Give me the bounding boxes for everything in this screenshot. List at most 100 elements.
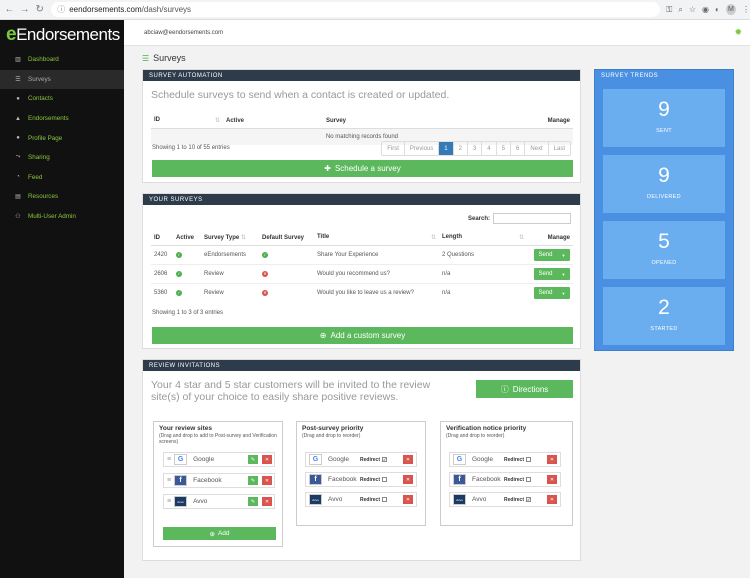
card-subtitle: (Drag and drop to reorder) xyxy=(302,433,361,439)
star-icon[interactable]: ☆ xyxy=(689,5,696,14)
redirect-toggle[interactable]: Redirect xyxy=(360,496,388,503)
facebook-logo-icon: f xyxy=(174,475,188,486)
drag-handle-icon[interactable]: ≡ xyxy=(167,477,171,484)
edit-button[interactable]: ✎ xyxy=(248,497,258,506)
redirect-toggle[interactable]: Redirect xyxy=(360,476,388,483)
sidebar-item-profile-page[interactable]: ● Profile Page xyxy=(0,128,124,148)
reload-icon[interactable]: ↻ xyxy=(34,4,45,15)
panel-header: SURVEY AUTOMATION xyxy=(143,70,580,81)
page-next[interactable]: Next xyxy=(524,142,547,155)
review-site-row[interactable]: ≡ G Google ✎ ✕ xyxy=(163,452,275,467)
delete-button[interactable]: ✕ xyxy=(547,495,557,504)
sidebar-item-surveys[interactable]: ☰ Surveys xyxy=(0,69,124,90)
sidebar-item-sharing[interactable]: ⤳ Sharing xyxy=(0,148,124,168)
user-icon: ● xyxy=(16,135,20,142)
priority-row[interactable]: f Facebook Redirect ✕ xyxy=(449,472,561,487)
redirect-checkbox[interactable]: ✓ xyxy=(526,496,532,502)
page-previous[interactable]: Previous xyxy=(403,142,438,155)
redirect-checkbox[interactable] xyxy=(526,476,532,482)
thumbs-up-icon: ▲ xyxy=(15,115,21,122)
card-title: Your review sites xyxy=(159,425,212,432)
gear-icon[interactable]: ✹ xyxy=(734,27,742,38)
sidebar-item-dashboard[interactable]: ▥ Dashboard xyxy=(0,50,124,70)
redirect-toggle[interactable]: Redirect ✓ xyxy=(504,496,532,503)
check-icon: ✓ xyxy=(176,252,182,258)
drag-handle-icon[interactable]: ≡ xyxy=(167,498,171,505)
priority-row[interactable]: Avvo Avvo Redirect ✕ xyxy=(305,492,417,507)
priority-row[interactable]: G Google Redirect ✓ ✕ xyxy=(305,452,417,467)
delete-button[interactable]: ✕ xyxy=(547,475,557,484)
drag-handle-icon[interactable]: ≡ xyxy=(167,456,171,463)
redirect-checkbox[interactable] xyxy=(382,496,388,502)
send-button[interactable]: Send ▼ xyxy=(534,268,570,280)
browser-toolbar: ← → ↻ ⓘ eendorsements.com/dash/surveys ⚿… xyxy=(0,0,750,20)
menu-icon[interactable]: ⋮ xyxy=(742,5,750,14)
review-site-row[interactable]: ≡ f Facebook ✎ ✕ xyxy=(163,473,275,488)
address-bar[interactable]: ⓘ eendorsements.com/dash/surveys xyxy=(51,2,661,17)
key-icon[interactable]: ⚿ xyxy=(666,5,672,15)
page-5[interactable]: 5 xyxy=(495,142,510,155)
sidebar-item-endorsements[interactable]: ▲ Endorsements xyxy=(0,109,124,129)
sidebar-item-feed[interactable]: ◔ Feed xyxy=(0,168,124,188)
trend-label: DELIVERED xyxy=(647,194,681,200)
edit-button[interactable]: ✎ xyxy=(248,476,258,485)
redirect-toggle[interactable]: Redirect ✓ xyxy=(360,456,388,463)
check-icon: ✓ xyxy=(262,252,268,258)
caret-down-icon[interactable]: ▼ xyxy=(562,253,566,258)
priority-row[interactable]: G Google Redirect ✕ xyxy=(449,452,561,467)
send-button[interactable]: Send ▼ xyxy=(534,287,570,299)
edit-button[interactable]: ✎ xyxy=(248,455,258,464)
page-2[interactable]: 2 xyxy=(452,142,467,155)
page-first[interactable]: First xyxy=(382,142,404,155)
back-icon[interactable]: ← xyxy=(4,4,15,15)
redirect-checkbox[interactable]: ✓ xyxy=(382,456,388,462)
redirect-checkbox[interactable] xyxy=(382,476,388,482)
forward-icon[interactable]: → xyxy=(19,4,30,15)
extension-icon[interactable]: ◉ xyxy=(702,5,709,14)
add-custom-survey-button[interactable]: ⊕ Add a custom survey xyxy=(152,327,573,344)
schedule-survey-button[interactable]: ✚ Schedule a survey xyxy=(152,160,573,177)
directions-button[interactable]: ⓘ Directions xyxy=(476,380,573,398)
search-icon[interactable]: ⌕ xyxy=(678,5,682,15)
caret-down-icon[interactable]: ▼ xyxy=(562,291,566,296)
table-row: 2606 ✓ Review ✕ Would you recommend us? n/a Se… xyxy=(151,264,573,284)
redirect-toggle[interactable]: Redirect xyxy=(504,456,532,463)
user-email[interactable]: abciaw@eendorsements.com xyxy=(144,30,223,36)
page-4[interactable]: 4 xyxy=(481,142,495,155)
avvo-logo-icon: Avvo xyxy=(174,496,188,507)
page-1[interactable]: 1 xyxy=(438,142,453,155)
send-button[interactable]: Send ▼ xyxy=(534,249,570,261)
redirect-toggle[interactable]: Redirect xyxy=(504,476,532,483)
profile-avatar[interactable]: M xyxy=(725,4,736,15)
review-site-row[interactable]: ≡ Avvo Avvo ✎ ✕ xyxy=(163,494,275,509)
sidebar-item-label: Feed xyxy=(28,173,43,181)
delete-button[interactable]: ✕ xyxy=(403,475,413,484)
sidebar-item-multi-user-admin[interactable]: ⚇ Multi-User Admin xyxy=(0,207,124,227)
sidebar-item-contacts[interactable]: ● Contacts xyxy=(0,89,124,109)
search-input[interactable] xyxy=(493,213,571,224)
plus-icon: ✚ xyxy=(324,164,331,173)
redirect-checkbox[interactable] xyxy=(526,456,532,462)
delete-button[interactable]: ✕ xyxy=(262,455,272,464)
sidebar-item-resources[interactable]: ▤ Resources xyxy=(0,187,124,207)
survey-length: 2 Questions xyxy=(439,245,527,265)
caret-down-icon[interactable]: ▼ xyxy=(562,272,566,277)
delete-button[interactable]: ✕ xyxy=(547,455,557,464)
delete-button[interactable]: ✕ xyxy=(262,497,272,506)
extension-icon[interactable]: ◐ xyxy=(715,5,720,14)
pagination: First Previous 1 2 3 4 5 6 Next Last xyxy=(381,141,571,156)
avvo-logo-icon: Avvo xyxy=(453,494,466,505)
page-last[interactable]: Last xyxy=(547,142,570,155)
trend-opened: 5 OPENED xyxy=(603,221,725,279)
delete-button[interactable]: ✕ xyxy=(403,495,413,504)
delete-button[interactable]: ✕ xyxy=(403,455,413,464)
page-6[interactable]: 6 xyxy=(509,142,524,155)
priority-row[interactable]: Avvo Avvo Redirect ✓ ✕ xyxy=(449,492,561,507)
priority-row[interactable]: f Facebook Redirect ✕ xyxy=(305,472,417,487)
logo[interactable]: e Endorsements xyxy=(0,20,124,50)
delete-button[interactable]: ✕ xyxy=(262,476,272,485)
list-icon: ☰ xyxy=(15,76,21,83)
automation-info: Showing 1 to 10 of 55 entries xyxy=(152,145,230,151)
add-site-button[interactable]: ⊕ Add xyxy=(163,527,276,540)
page-3[interactable]: 3 xyxy=(466,142,481,155)
